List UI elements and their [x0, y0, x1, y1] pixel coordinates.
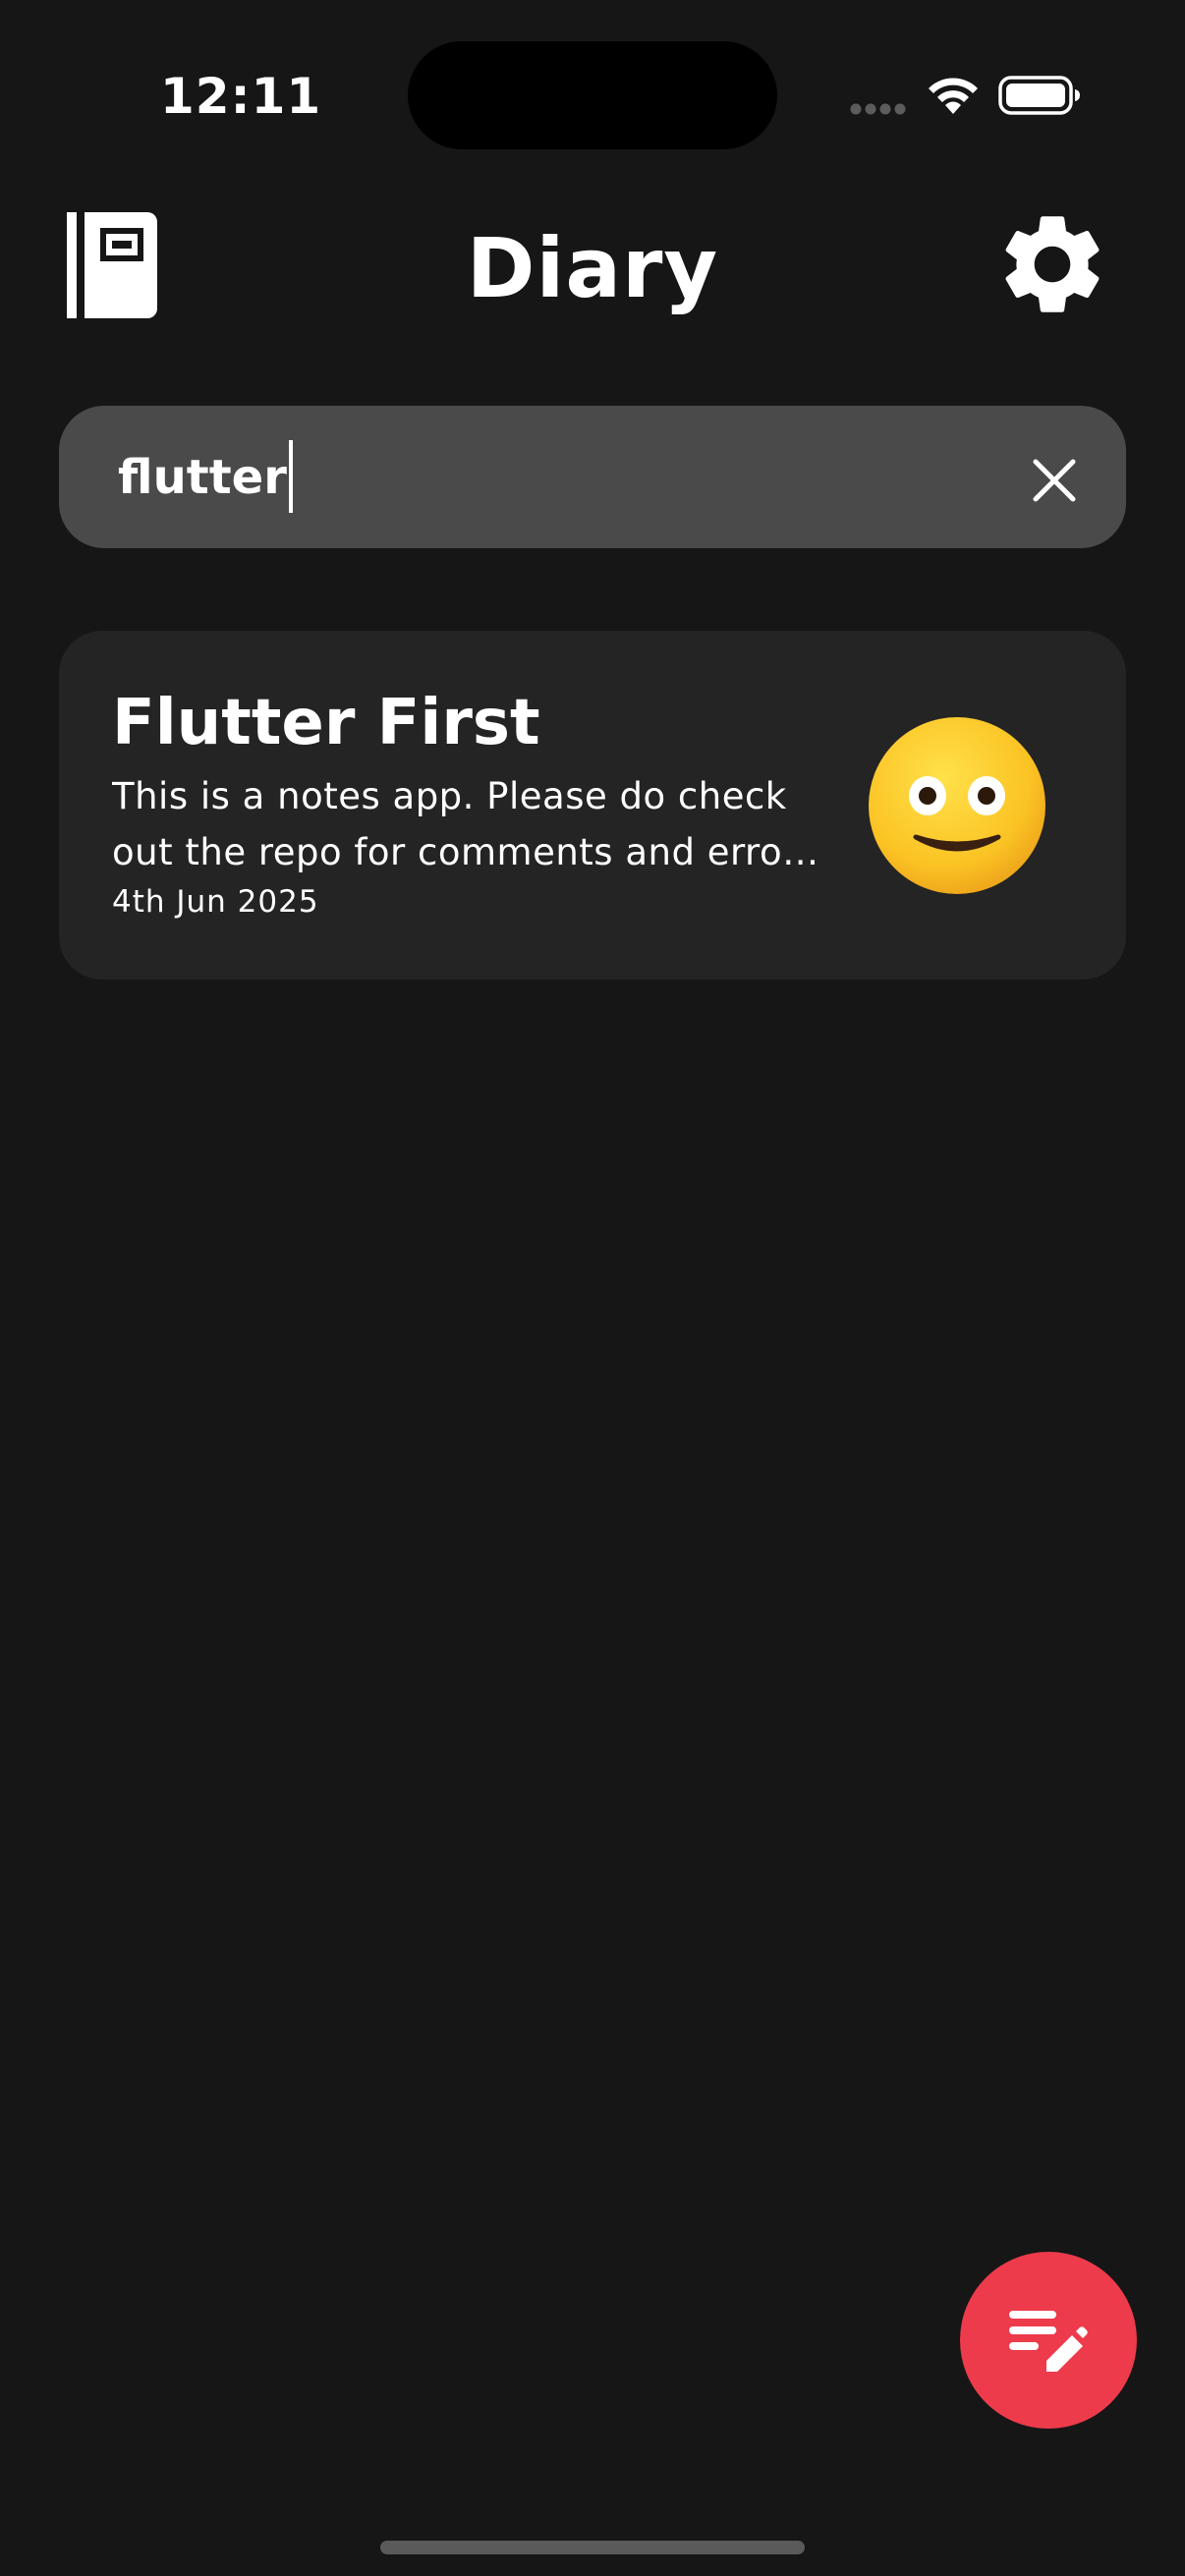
dynamic-island: [408, 41, 777, 149]
search-input[interactable]: flutter: [118, 440, 963, 513]
note-card[interactable]: Flutter First This is a notes app. Pleas…: [59, 631, 1126, 980]
cellular-signal-icon: [850, 103, 906, 115]
edit-note-icon: [1009, 2311, 1088, 2372]
search-bar[interactable]: flutter: [59, 406, 1126, 548]
status-time: 12:11: [160, 68, 322, 125]
gear-icon[interactable]: [992, 204, 1112, 324]
text-caret: [288, 440, 293, 513]
new-note-button[interactable]: [960, 2252, 1137, 2429]
note-title: Flutter First: [112, 687, 540, 759]
note-preview: This is a notes app. Please do check out…: [112, 775, 819, 873]
close-icon[interactable]: [1028, 454, 1081, 507]
battery-icon: [998, 76, 1080, 115]
wifi-icon: [929, 78, 978, 114]
search-input-value: flutter: [118, 450, 287, 505]
note-date: 4th Jun 2025: [112, 884, 319, 920]
home-indicator[interactable]: [380, 2541, 805, 2554]
slightly-smiling-face-icon: [869, 717, 1045, 894]
